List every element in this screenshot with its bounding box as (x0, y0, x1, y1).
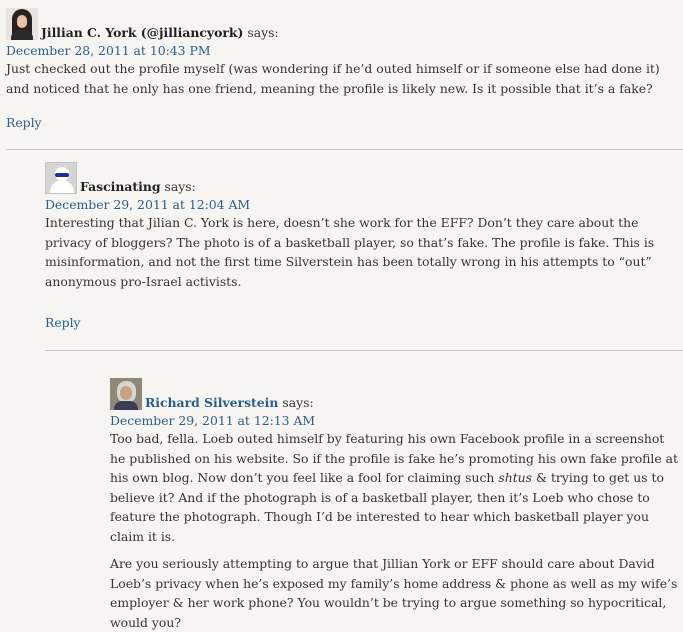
comment: Fascinating says: December 29, 2011 at 1… (45, 162, 678, 330)
comment-author: Fascinating (80, 179, 161, 194)
comment-body: Too bad, fella. Loeb outed himself by fe… (110, 429, 678, 632)
comment-body: Interesting that Jilian C. York is here,… (45, 213, 678, 291)
reply-link[interactable]: Reply (6, 115, 42, 130)
comment-header: Fascinating says: (45, 162, 678, 194)
comment: Jillian C. York (@jilliancyork) says: De… (6, 8, 678, 130)
says-label: says: (282, 395, 314, 410)
comment-text: Interesting that Jilian C. York is here,… (45, 215, 655, 289)
comment-text: Too bad, fella. Loeb outed himself by fe… (110, 429, 678, 546)
comment-text: Are you seriously attempting to argue th… (110, 556, 678, 630)
comment-date-link[interactable]: December 29, 2011 at 12:04 AM (45, 197, 678, 213)
emphasized-word: shtus (498, 470, 533, 485)
says-label: says: (247, 25, 279, 40)
comment-header: Jillian C. York (@jilliancyork) says: (6, 8, 678, 40)
comment-author-link[interactable]: Richard Silverstein (145, 396, 278, 409)
comment-body: Just checked out the profile myself (was… (6, 59, 678, 98)
reply-link[interactable]: Reply (45, 315, 81, 330)
comment-divider (45, 350, 683, 351)
avatar (45, 162, 77, 194)
comment-date-link[interactable]: December 29, 2011 at 12:13 AM (110, 413, 678, 429)
avatar (6, 8, 38, 40)
avatar (110, 378, 142, 410)
comment: Richard Silverstein says: December 29, 2… (110, 378, 678, 632)
comment-author: Jillian C. York (@jilliancyork) (41, 25, 244, 40)
comment-text: Just checked out the profile myself (was… (6, 61, 660, 96)
comment-header: Richard Silverstein says: (110, 378, 678, 410)
says-label: says: (164, 179, 196, 194)
comment-date-link[interactable]: December 28, 2011 at 10:43 PM (6, 43, 678, 59)
comment-divider (6, 149, 683, 150)
